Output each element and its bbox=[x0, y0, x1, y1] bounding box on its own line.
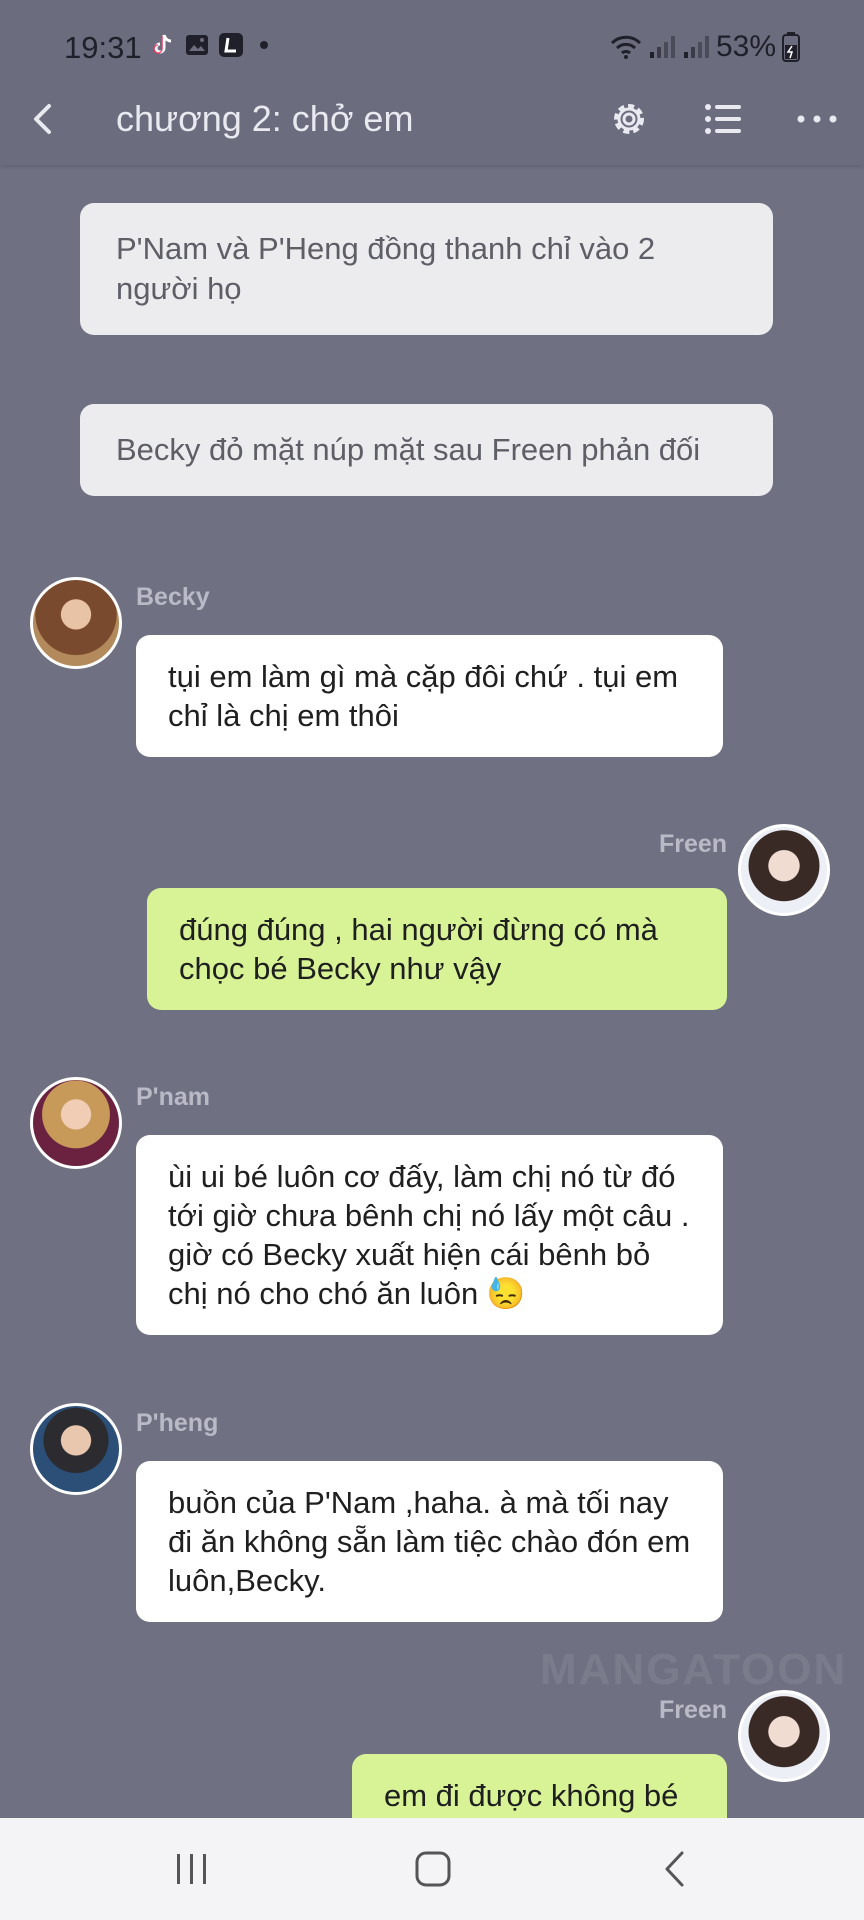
avatar-pnam[interactable] bbox=[30, 1077, 122, 1169]
sender-name: Freen bbox=[659, 830, 728, 858]
message-bubble-outgoing: em đi được không bé bbox=[352, 1754, 727, 1818]
more-options-icon[interactable] bbox=[792, 94, 842, 144]
wifi-icon bbox=[610, 35, 642, 59]
back-nav-icon[interactable] bbox=[651, 1844, 701, 1894]
avatar-freen[interactable] bbox=[738, 1690, 830, 1782]
narration-bubble: P'Nam và P'Heng đồng thanh chỉ vào 2 ngư… bbox=[80, 203, 773, 335]
recent-apps-icon[interactable] bbox=[167, 1844, 217, 1894]
app-bar: chương 2: chở em bbox=[0, 78, 864, 158]
notification-icons bbox=[150, 32, 268, 58]
sender-name: Freen bbox=[659, 1696, 728, 1724]
sender-name: P'nam bbox=[136, 1083, 211, 1111]
sender-name: Becky bbox=[136, 583, 210, 611]
avatar-pheng[interactable] bbox=[30, 1403, 122, 1495]
avatar-freen[interactable] bbox=[738, 824, 830, 916]
gallery-icon bbox=[186, 35, 208, 55]
narration-bubble: Becky đỏ mặt núp mặt sau Freen phản đối bbox=[80, 404, 773, 496]
avatar-becky[interactable] bbox=[30, 577, 122, 669]
message-bubble-incoming: ùi ui bé luôn cơ đấy, làm chị nó từ đó t… bbox=[136, 1135, 723, 1335]
battery-icon bbox=[782, 32, 800, 62]
settings-gear-icon[interactable] bbox=[604, 94, 654, 144]
more-notifications-dot bbox=[260, 41, 268, 49]
message-bubble-incoming: tụi em làm gì mà cặp đôi chứ . tụi em ch… bbox=[136, 635, 723, 757]
chat-area[interactable]: P'Nam và P'Heng đồng thanh chỉ vào 2 ngư… bbox=[0, 165, 864, 1818]
status-right: 53% bbox=[610, 30, 800, 64]
signal-icon bbox=[649, 36, 675, 58]
system-nav-bar bbox=[0, 1818, 864, 1920]
message-bubble-outgoing: đúng đúng , hai người đừng có mà chọc bé… bbox=[147, 888, 727, 1010]
tiktok-icon bbox=[153, 34, 172, 54]
chapter-list-icon[interactable] bbox=[698, 94, 748, 144]
signal-2-icon bbox=[683, 36, 709, 58]
message-bubble-incoming: buồn của P'Nam ,haha. à mà tối nay đi ăn… bbox=[136, 1461, 723, 1622]
top-bar: 19:31 53% chương 2: chở em bbox=[0, 0, 864, 165]
back-button[interactable] bbox=[18, 94, 68, 144]
watermark: MANGATOON bbox=[540, 1645, 848, 1694]
home-icon[interactable] bbox=[408, 1844, 458, 1894]
sender-name: P'heng bbox=[136, 1409, 219, 1437]
battery-percent: 53% bbox=[715, 30, 776, 63]
chapter-title: chương 2: chở em bbox=[116, 98, 414, 139]
status-time: 19:31 bbox=[64, 30, 142, 65]
app-l-icon bbox=[219, 33, 243, 57]
